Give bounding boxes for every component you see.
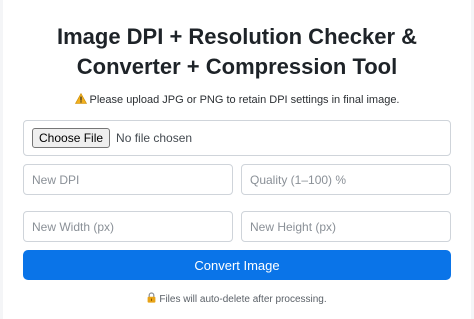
new-dpi-input[interactable] xyxy=(23,164,233,195)
auto-delete-text: Files will auto-delete after processing. xyxy=(159,294,327,305)
quality-input[interactable] xyxy=(241,164,451,195)
page-title-line-1: Image DPI + Resolution Checker & xyxy=(56,24,418,49)
converter-card: Image DPI + Resolution Checker & Convert… xyxy=(3,0,471,319)
auto-delete-note: Files will auto-delete after processing. xyxy=(3,292,471,307)
file-status-text: No file chosen xyxy=(116,131,193,145)
page-title: Image DPI + Resolution Checker & Convert… xyxy=(3,22,471,82)
lock-icon xyxy=(147,292,156,303)
new-height-input[interactable] xyxy=(241,211,451,242)
convert-image-button[interactable]: Convert Image xyxy=(23,250,451,280)
upload-notice: Please upload JPG or PNG to retain DPI s… xyxy=(3,92,471,108)
file-upload-field[interactable]: Choose File No file chosen xyxy=(23,120,451,156)
warning-icon xyxy=(74,93,87,104)
choose-file-button[interactable]: Choose File xyxy=(32,128,111,148)
upload-notice-text: Please upload JPG or PNG to retain DPI s… xyxy=(89,94,400,106)
new-width-input[interactable] xyxy=(23,211,233,242)
page-title-line-2: Converter + Compression Tool xyxy=(76,54,398,79)
